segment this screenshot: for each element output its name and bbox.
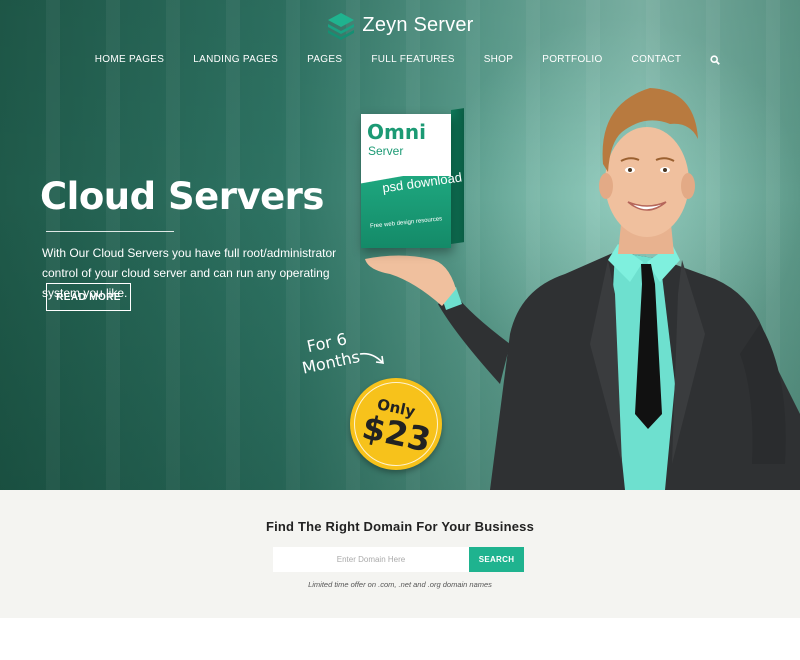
domain-offer-note: Limited time offer on .com, .net and .or… (308, 580, 492, 589)
read-more-button[interactable]: READ MORE (46, 283, 131, 311)
hero-section: Zeyn Server HOME PAGES LANDING PAGES PAG… (0, 0, 800, 490)
domain-search-title: Find The Right Domain For Your Business (265, 519, 535, 534)
nav-item-landing-pages[interactable]: LANDING PAGES (193, 54, 278, 65)
price-badge: Only $23 (350, 378, 442, 470)
search-icon[interactable] (710, 54, 720, 65)
nav-item-shop[interactable]: SHOP (484, 54, 514, 65)
domain-search-input[interactable] (273, 547, 469, 572)
product-subtitle: Server (368, 144, 404, 158)
brand-name: Zeyn Server (362, 13, 474, 36)
hero-divider (46, 231, 174, 232)
brand-logo[interactable]: Zeyn Server (0, 10, 800, 40)
nav-item-home-pages[interactable]: HOME PAGES (95, 54, 165, 65)
nav-item-full-features[interactable]: FULL FEATURES (371, 54, 454, 65)
domain-search-section: Find The Right Domain For Your Business … (0, 490, 800, 618)
curved-arrow-icon (359, 352, 384, 364)
product-box: Omni Server psd download Free web design… (358, 108, 468, 250)
nav-item-portfolio[interactable]: PORTFOLIO (542, 54, 602, 65)
nav-item-pages[interactable]: PAGES (307, 54, 342, 65)
hero-title: Cloud Servers (40, 175, 324, 218)
stacked-layers-icon (328, 13, 355, 40)
product-title: Omni (367, 120, 426, 144)
main-navigation: HOME PAGES LANDING PAGES PAGES FULL FEAT… (0, 54, 800, 65)
domain-search-button[interactable]: SEARCH (469, 547, 524, 572)
nav-item-contact[interactable]: CONTACT (632, 54, 682, 65)
